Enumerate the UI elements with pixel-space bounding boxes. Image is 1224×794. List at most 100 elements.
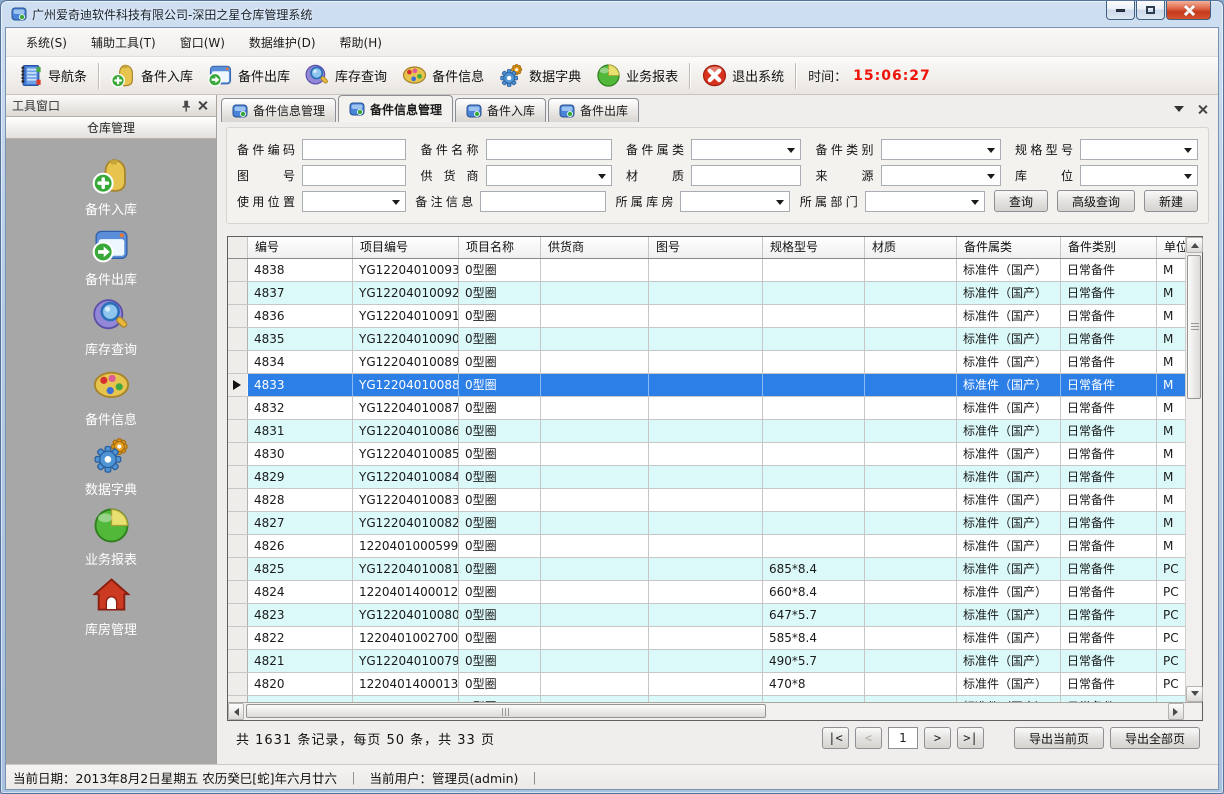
row-selector-cell[interactable] (228, 512, 248, 534)
table-row[interactable]: 4825YG122040100810型圈685*8.4标准件（国产）日常备件PC (228, 558, 1185, 581)
sidebar-item-report[interactable]: 业务报表 (51, 505, 171, 575)
row-selector-cell[interactable] (228, 581, 248, 603)
table-row[interactable]: 4828YG122040100830型圈标准件（国产）日常备件M (228, 489, 1185, 512)
new-button[interactable]: 新建 (1144, 190, 1198, 212)
first-page-button[interactable]: |< (822, 727, 849, 749)
row-selector-cell[interactable] (228, 328, 248, 350)
tool-window-close-button[interactable] (194, 98, 210, 114)
table-row[interactable]: 4827YG122040100820型圈标准件（国产）日常备件M (228, 512, 1185, 535)
page-number-input[interactable]: 1 (888, 727, 918, 749)
row-selector-cell[interactable] (228, 351, 248, 373)
next-page-button[interactable]: > (924, 727, 951, 749)
table-row[interactable]: 4823YG122040100800型圈647*5.7标准件（国产）日常备件PC (228, 604, 1185, 627)
table-row[interactable]: 482212204010027000型圈585*8.4标准件（国产）日常备件PC (228, 627, 1185, 650)
vertical-scroll-track[interactable] (1186, 253, 1202, 686)
tab-list-chevron-down-icon[interactable] (1174, 106, 1184, 117)
table-row[interactable]: 4837YG122040100920型圈标准件（国产）日常备件M (228, 282, 1185, 305)
export-all-pages-button[interactable]: 导出全部页 (1110, 727, 1200, 749)
table-row[interactable]: 4835YG122040100900型圈标准件（国产）日常备件M (228, 328, 1185, 351)
vertical-scroll-thumb[interactable] (1187, 255, 1201, 399)
menu-help[interactable]: 帮助(H) (328, 30, 394, 55)
row-selector-cell[interactable] (228, 558, 248, 580)
row-selector-cell[interactable] (228, 259, 248, 281)
advanced-query-button[interactable]: 高级查询 (1057, 190, 1135, 212)
table-row[interactable]: 4832YG122040100870型圈标准件（国产）日常备件M (228, 397, 1185, 420)
pin-button[interactable] (178, 98, 194, 114)
column-header[interactable]: 供货商 (541, 237, 649, 258)
toolbar-spare-info-button[interactable]: 备件信息 (394, 60, 491, 92)
sidebar-item-stock-in[interactable]: 备件入库 (51, 155, 171, 225)
table-row[interactable]: 4831YG122040100860型圈标准件（国产）日常备件M (228, 420, 1185, 443)
column-header[interactable]: 项目编号 (353, 237, 459, 258)
toolbar-exit-button[interactable]: 退出系统 (694, 60, 791, 92)
spec-model-select[interactable] (1080, 139, 1198, 160)
toolbar-stock-in-button[interactable]: 备件入库 (103, 60, 200, 92)
menu-window[interactable]: 窗口(W) (168, 30, 237, 55)
sidebar-item-warehouse-management[interactable]: 库房管理 (51, 575, 171, 645)
toolbar-stock-out-button[interactable]: 备件出库 (200, 60, 297, 92)
spare-name-input[interactable] (486, 139, 612, 160)
scroll-up-button[interactable] (1186, 237, 1203, 253)
spare-code-input[interactable] (302, 139, 406, 160)
supplier-select[interactable] (486, 165, 612, 186)
table-row[interactable]: 482012204014000130型圈470*8标准件（国产）日常备件PC (228, 673, 1185, 696)
table-row[interactable]: 4821YG122040100790型圈490*5.7标准件（国产）日常备件PC (228, 650, 1185, 673)
toolbar-report-button[interactable]: 业务报表 (588, 60, 685, 92)
table-row[interactable]: 4830YG122040100850型圈标准件（国产）日常备件M (228, 443, 1185, 466)
toolbar-navbar-button[interactable]: 导航条 (10, 60, 94, 92)
column-header[interactable]: 备件类别 (1061, 237, 1157, 258)
table-row[interactable]: 4833YG122040100880型圈标准件（国产）日常备件M (228, 374, 1185, 397)
toolbar-data-dict-button[interactable]: 数据字典 (491, 60, 588, 92)
column-header[interactable]: 备件属类 (957, 237, 1061, 258)
table-row[interactable]: 4838YG122040100930型圈标准件（国产）日常备件M (228, 259, 1185, 282)
prev-page-button[interactable]: < (855, 727, 882, 749)
row-selector-cell[interactable] (228, 627, 248, 649)
row-selector-cell[interactable] (228, 466, 248, 488)
row-selector-cell[interactable] (228, 604, 248, 626)
query-button[interactable]: 查询 (994, 190, 1048, 212)
scroll-left-button[interactable] (228, 703, 244, 720)
use-position-select[interactable] (302, 191, 406, 212)
tab-spare-info-management-1[interactable]: 备件信息管理 (221, 98, 336, 122)
row-selector-cell[interactable] (228, 535, 248, 557)
sidebar-item-stock-out[interactable]: 备件出库 (51, 225, 171, 295)
row-selector-cell[interactable] (228, 374, 248, 396)
row-selector-cell[interactable] (228, 282, 248, 304)
menu-data-maintenance[interactable]: 数据维护(D) (237, 30, 328, 55)
remark-input[interactable] (480, 191, 606, 212)
last-page-button[interactable]: >| (957, 727, 984, 749)
tab-stock-out[interactable]: 备件出库 (548, 98, 639, 122)
column-header[interactable]: 图号 (649, 237, 763, 258)
close-button[interactable] (1166, 1, 1211, 20)
table-row[interactable]: 4829YG122040100840型圈标准件（国产）日常备件M (228, 466, 1185, 489)
menu-aux-tools[interactable]: 辅助工具(T) (79, 30, 168, 55)
table-row[interactable]: 4836YG122040100910型圈标准件（国产）日常备件M (228, 305, 1185, 328)
row-selector-cell[interactable] (228, 420, 248, 442)
tab-spare-info-management-2[interactable]: 备件信息管理 (338, 95, 453, 122)
export-current-page-button[interactable]: 导出当前页 (1014, 727, 1104, 749)
row-selector-cell[interactable] (228, 397, 248, 419)
material-input[interactable] (691, 165, 801, 186)
maximize-button[interactable] (1136, 1, 1165, 20)
toolbar-inventory-query-button[interactable]: 库存查询 (297, 60, 394, 92)
row-selector-cell[interactable] (228, 489, 248, 511)
row-selector-cell[interactable] (228, 696, 248, 702)
tab-close-button[interactable] (1194, 101, 1210, 117)
tab-stock-in[interactable]: 备件入库 (455, 98, 546, 122)
bin-location-select[interactable] (1080, 165, 1198, 186)
department-select[interactable] (865, 191, 985, 212)
row-selector-cell[interactable] (228, 443, 248, 465)
horizontal-scroll-track[interactable] (244, 703, 1168, 720)
table-row[interactable]: 0型圈标准件（国产）日常备件 (228, 696, 1185, 702)
table-row[interactable]: 4834YG122040100890型圈标准件（国产）日常备件M (228, 351, 1185, 374)
sidebar-item-data-dict[interactable]: 数据字典 (51, 435, 171, 505)
sidebar-item-spare-info[interactable]: 备件信息 (51, 365, 171, 435)
minimize-button[interactable] (1106, 1, 1135, 20)
table-row[interactable]: 482612204010005990型圈标准件（国产）日常备件M (228, 535, 1185, 558)
column-header[interactable]: 编号 (248, 237, 353, 258)
column-header[interactable]: 规格型号 (763, 237, 865, 258)
scroll-right-button[interactable] (1168, 703, 1184, 720)
spare-category-select[interactable] (881, 139, 1001, 160)
horizontal-scroll-thumb[interactable] (246, 704, 766, 718)
drawing-no-input[interactable] (302, 165, 406, 186)
